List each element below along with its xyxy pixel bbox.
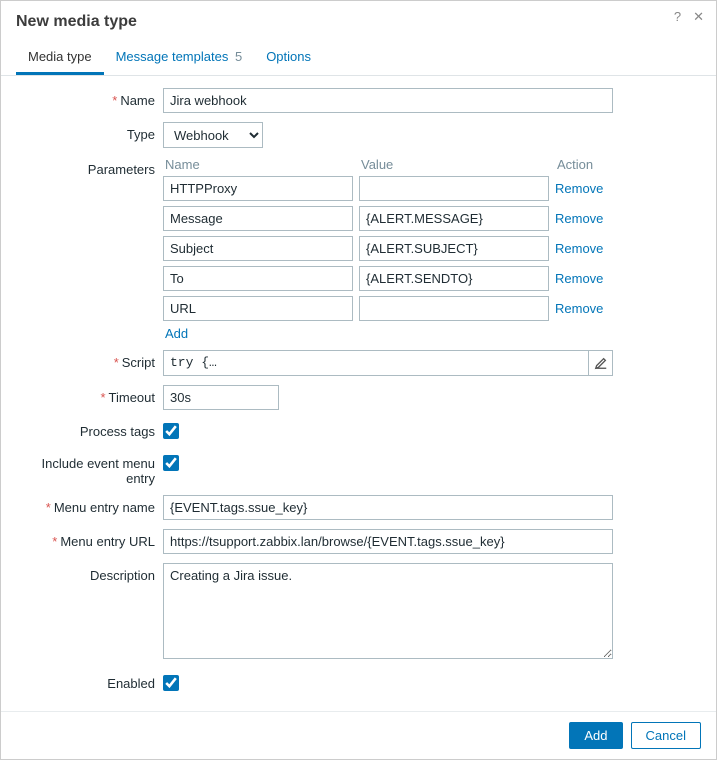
parameter-name-input[interactable]	[163, 236, 353, 261]
menu-entry-name-input[interactable]	[163, 495, 613, 520]
include-event-menu-entry-checkbox[interactable]	[163, 455, 179, 471]
parameter-row: Remove	[163, 176, 633, 201]
parameter-value-input[interactable]	[359, 266, 549, 291]
timeout-input[interactable]	[163, 385, 279, 410]
new-media-type-dialog: New media type ? ✕ Media type Message te…	[0, 0, 717, 760]
parameter-row: Remove	[163, 206, 633, 231]
parameter-remove-link[interactable]: Remove	[555, 241, 603, 256]
parameter-value-input[interactable]	[359, 236, 549, 261]
close-icon[interactable]: ✕	[689, 7, 708, 27]
label-timeout: *Timeout	[13, 385, 163, 405]
parameter-row: Remove	[163, 296, 633, 321]
parameter-remove-link[interactable]: Remove	[555, 271, 603, 286]
parameter-value-input[interactable]	[359, 296, 549, 321]
label-menu-entry-name: *Menu entry name	[13, 495, 163, 515]
parameter-row: Remove	[163, 236, 633, 261]
parameters-add-link[interactable]: Add	[165, 326, 188, 341]
parameter-row: Remove	[163, 266, 633, 291]
tab-media-type[interactable]: Media type	[16, 41, 104, 75]
description-textarea[interactable]	[163, 563, 613, 659]
label-type: Type	[13, 122, 163, 142]
dialog-header: New media type ? ✕	[1, 1, 716, 41]
tab-media-type-label: Media type	[28, 49, 92, 64]
parameter-name-input[interactable]	[163, 206, 353, 231]
tab-message-templates[interactable]: Message templates 5	[104, 41, 255, 75]
pencil-icon[interactable]	[588, 351, 612, 375]
parameter-value-input[interactable]	[359, 176, 549, 201]
type-select[interactable]: Webhook	[163, 122, 263, 148]
tabs: Media type Message templates 5 Options	[1, 41, 716, 76]
label-script: *Script	[13, 350, 163, 370]
dialog-window-controls: ? ✕	[670, 7, 708, 27]
dialog-title: New media type	[16, 13, 137, 30]
label-process-tags: Process tags	[13, 419, 163, 439]
label-description: Description	[13, 563, 163, 583]
label-parameters: Parameters	[13, 157, 163, 177]
parameters-table: Name Value Action Remove Remove Remove Remo…	[163, 157, 633, 341]
parameter-remove-link[interactable]: Remove	[555, 211, 603, 226]
parameter-name-input[interactable]	[163, 176, 353, 201]
process-tags-checkbox[interactable]	[163, 423, 179, 439]
parameter-remove-link[interactable]: Remove	[555, 301, 603, 316]
tab-options[interactable]: Options	[254, 41, 323, 75]
tab-message-templates-count: 5	[235, 49, 242, 64]
script-field[interactable]: try {…	[163, 350, 613, 376]
label-include-event-menu-entry: Include event menu entry	[13, 451, 163, 486]
parameter-name-input[interactable]	[163, 266, 353, 291]
parameter-name-input[interactable]	[163, 296, 353, 321]
cancel-button[interactable]: Cancel	[631, 722, 701, 749]
tab-message-templates-label: Message templates	[116, 49, 229, 64]
parameters-header: Name Value Action	[163, 157, 633, 172]
enabled-checkbox[interactable]	[163, 675, 179, 691]
parameter-value-input[interactable]	[359, 206, 549, 231]
parameter-remove-link[interactable]: Remove	[555, 181, 603, 196]
tab-options-label: Options	[266, 49, 311, 64]
label-menu-entry-url: *Menu entry URL	[13, 529, 163, 549]
menu-entry-url-input[interactable]	[163, 529, 613, 554]
script-preview: try {…	[164, 351, 588, 375]
label-name: *Name	[13, 88, 163, 108]
name-input[interactable]	[163, 88, 613, 113]
help-icon[interactable]: ?	[670, 7, 685, 27]
dialog-footer: Add Cancel	[1, 711, 716, 759]
label-enabled: Enabled	[13, 671, 163, 691]
form-area: *Name Type Webhook Parameters Name Value	[1, 76, 716, 711]
add-button[interactable]: Add	[569, 722, 622, 749]
